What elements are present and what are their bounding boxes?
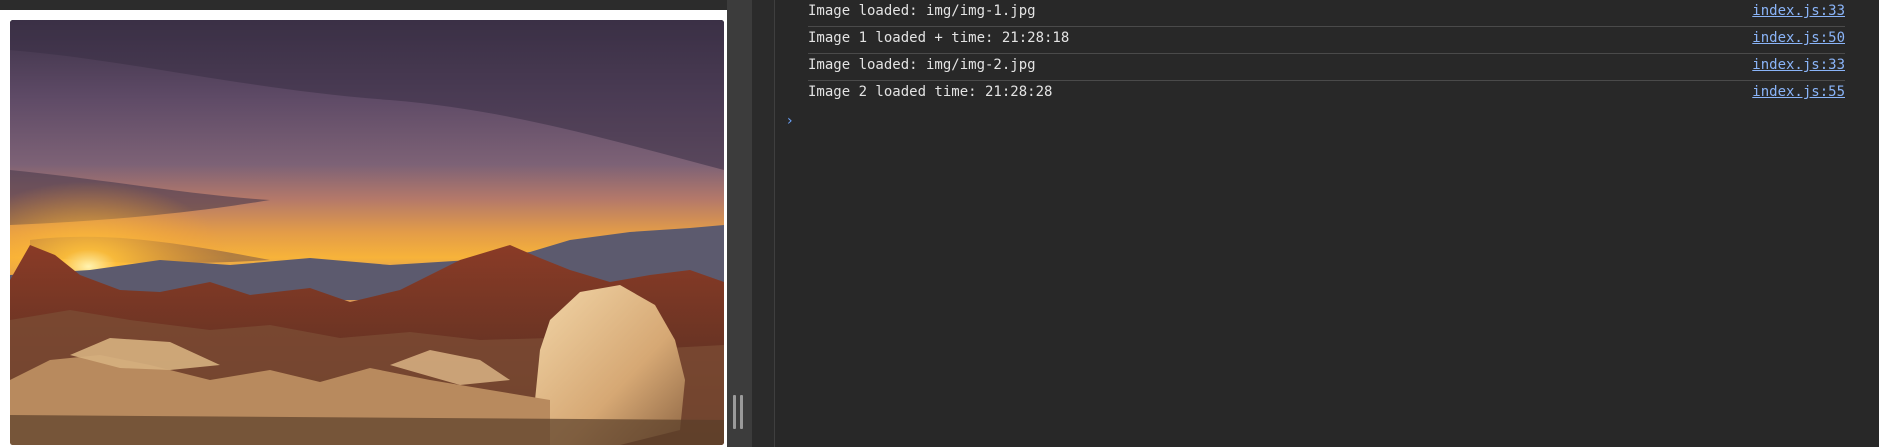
landscape-photo xyxy=(10,20,724,445)
console-log-row: Image loaded: img/img-1.jpg index.js:33 xyxy=(808,0,1845,27)
resize-handle[interactable] xyxy=(733,395,743,429)
source-link[interactable]: index.js:50 xyxy=(1752,30,1845,46)
console-panel: Image loaded: img/img-1.jpg index.js:33 … xyxy=(775,0,1879,447)
console-log-row: Image loaded: img/img-2.jpg index.js:33 xyxy=(808,54,1845,81)
panel-divider[interactable] xyxy=(752,0,775,447)
console-prompt-icon[interactable]: › xyxy=(787,113,793,129)
console-message: Image loaded: img/img-2.jpg xyxy=(808,57,1036,73)
source-link[interactable]: index.js:55 xyxy=(1752,84,1845,100)
landscape-image xyxy=(10,20,724,445)
page-viewport xyxy=(0,0,752,447)
page-body xyxy=(0,10,727,447)
resize-grip-line xyxy=(733,395,736,429)
source-link[interactable]: index.js:33 xyxy=(1752,57,1845,73)
viewport-scroll-gutter xyxy=(727,0,752,447)
console-message: Image 2 loaded time: 21:28:28 xyxy=(808,84,1053,100)
console-message: Image 1 loaded + time: 21:28:18 xyxy=(808,30,1070,46)
console-message: Image loaded: img/img-1.jpg xyxy=(808,3,1036,19)
console-log-row: Image 1 loaded + time: 21:28:18 index.js… xyxy=(808,27,1845,54)
resize-grip-line xyxy=(740,395,743,429)
console-log-row: Image 2 loaded time: 21:28:28 index.js:5… xyxy=(808,81,1845,108)
source-link[interactable]: index.js:33 xyxy=(1752,3,1845,19)
